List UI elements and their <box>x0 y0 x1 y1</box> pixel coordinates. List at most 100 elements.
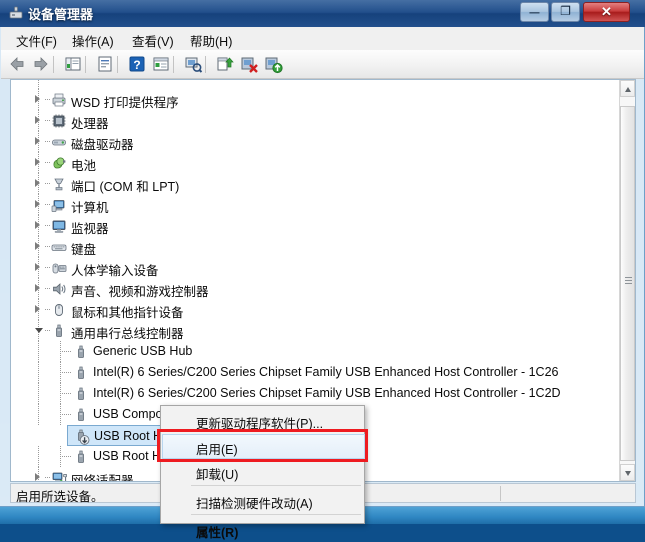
usb-disabled-icon <box>74 429 90 445</box>
toolbar-separator-2 <box>117 56 118 73</box>
properties-icon[interactable] <box>95 54 117 75</box>
tree-row[interactable]: 端口 (COM 和 LPT) <box>11 173 620 194</box>
context-menu-item-4[interactable]: 属性(R) <box>162 518 364 542</box>
tree-row[interactable]: WSD 打印提供程序 <box>11 89 620 110</box>
tree-row[interactable]: 声音、视频和游戏控制器 <box>11 278 620 299</box>
context-menu-item-label: 扫描检测硬件改动(A) <box>196 493 313 512</box>
title-bar: 设备管理器 ─ ❐ ✕ <box>0 0 645 27</box>
context-menu-item-1[interactable]: 启用(E) <box>162 435 364 459</box>
scroll-down-arrow[interactable] <box>620 464 635 481</box>
forward-arrow-icon[interactable] <box>31 54 53 75</box>
window-title: 设备管理器 <box>28 4 93 23</box>
expand-collapse-closed-icon[interactable] <box>35 137 40 145</box>
svg-text:?: ? <box>133 58 140 72</box>
tree-connector <box>45 477 50 478</box>
expand-collapse-closed-icon[interactable] <box>35 200 40 208</box>
toolbar-separator-1 <box>85 56 86 73</box>
printer-icon <box>51 92 67 108</box>
update-driver-icon[interactable] <box>151 54 173 75</box>
tree-row-label: 键盘 <box>71 239 96 258</box>
menu-2[interactable]: 查看(V) <box>125 30 181 48</box>
tree-row[interactable]: Intel(R) 6 Series/C200 Series Chipset Fa… <box>11 362 620 383</box>
tree-connector <box>45 120 50 121</box>
maximize-glyph: ❐ <box>552 4 579 18</box>
tree-row-label: 监视器 <box>71 218 109 237</box>
vertical-scrollbar[interactable] <box>619 80 635 481</box>
tree-row-label: WSD 打印提供程序 <box>71 92 179 111</box>
mouse-icon <box>51 302 67 318</box>
keyboard-icon <box>51 239 67 255</box>
context-menu-item-3[interactable]: 扫描检测硬件改动(A) <box>162 489 364 513</box>
menu-1[interactable]: 操作(A) <box>65 30 121 48</box>
tree-row[interactable] <box>11 80 620 89</box>
tree-connector <box>45 141 50 142</box>
scan-hardware-changes-icon[interactable] <box>183 54 205 75</box>
tree-row[interactable]: 处理器 <box>11 110 620 131</box>
tree-connector <box>60 351 71 352</box>
maximize-button[interactable]: ❐ <box>551 2 580 22</box>
tree-connector <box>45 99 50 100</box>
scroll-thumb-grip <box>625 277 632 285</box>
tree-row[interactable]: 磁盘驱动器 <box>11 131 620 152</box>
context-menu-item-0[interactable]: 更新驱动程序软件(P)... <box>162 409 364 433</box>
tree-row-label: 电池 <box>71 155 96 174</box>
tree-connector <box>45 183 50 184</box>
tree-row-label: 声音、视频和游戏控制器 <box>71 281 209 300</box>
tree-connector <box>45 162 50 163</box>
expand-collapse-closed-icon[interactable] <box>35 116 40 124</box>
tree-line <box>38 383 39 404</box>
tree-line <box>38 446 39 467</box>
uninstall-device-icon[interactable] <box>239 54 261 75</box>
hid-icon <box>51 260 67 276</box>
expand-collapse-closed-icon[interactable] <box>35 473 40 481</box>
tree-row-label: 网络适配器 <box>71 470 134 481</box>
tree-row[interactable]: 电池 <box>11 152 620 173</box>
close-button[interactable]: ✕ <box>583 2 630 22</box>
tree-row[interactable]: 鼠标和其他指针设备 <box>11 299 620 320</box>
expand-collapse-closed-icon[interactable] <box>35 95 40 103</box>
expand-collapse-closed-icon[interactable] <box>35 242 40 250</box>
menu-3[interactable]: 帮助(H) <box>183 30 239 48</box>
expand-collapse-closed-icon[interactable] <box>35 284 40 292</box>
expand-collapse-closed-icon[interactable] <box>35 263 40 271</box>
expand-collapse-open-icon[interactable] <box>35 328 43 333</box>
computer-icon <box>51 197 67 213</box>
tree-connector <box>45 288 50 289</box>
context-menu-item-2[interactable]: 卸载(U) <box>162 460 364 484</box>
expand-collapse-closed-icon[interactable] <box>35 305 40 313</box>
usb-icon <box>73 449 89 465</box>
menu-0[interactable]: 文件(F) <box>9 30 64 48</box>
tree-row[interactable]: 人体学输入设备 <box>11 257 620 278</box>
tree-connector <box>45 309 50 310</box>
tree-row[interactable]: Generic USB Hub <box>11 341 620 362</box>
show-hide-console-tree-icon[interactable] <box>63 54 85 75</box>
expand-collapse-closed-icon[interactable] <box>35 158 40 166</box>
context-menu-separator-0 <box>191 485 361 486</box>
context-menu-separator-1 <box>191 514 361 515</box>
update-driver-software-icon[interactable] <box>215 54 237 75</box>
tree-row[interactable]: 计算机 <box>11 194 620 215</box>
tree-connector <box>60 414 71 415</box>
expand-collapse-closed-icon[interactable] <box>35 179 40 187</box>
enable-device-icon[interactable] <box>263 54 285 75</box>
scroll-thumb[interactable] <box>620 106 635 461</box>
tree-row[interactable]: 通用串行总线控制器 <box>11 320 620 341</box>
tree-row-label: Generic USB Hub <box>93 344 192 358</box>
help-icon[interactable]: ? <box>127 54 149 75</box>
expand-collapse-closed-icon[interactable] <box>35 221 40 229</box>
tree-line <box>38 341 39 362</box>
usb-icon <box>73 365 89 381</box>
tree-connector <box>45 246 50 247</box>
scroll-up-arrow[interactable] <box>620 80 635 97</box>
tree-line <box>38 80 39 89</box>
disk-drive-icon <box>51 134 67 150</box>
tree-row[interactable]: 键盘 <box>11 236 620 257</box>
back-arrow-icon[interactable] <box>7 54 29 75</box>
monitor-icon <box>51 218 67 234</box>
tree-connector <box>60 372 71 373</box>
tree-row[interactable]: 监视器 <box>11 215 620 236</box>
tree-connector <box>45 225 50 226</box>
minimize-button[interactable]: ─ <box>520 2 549 22</box>
tree-row[interactable]: Intel(R) 6 Series/C200 Series Chipset Fa… <box>11 383 620 404</box>
tree-row-label: 鼠标和其他指针设备 <box>71 302 184 321</box>
